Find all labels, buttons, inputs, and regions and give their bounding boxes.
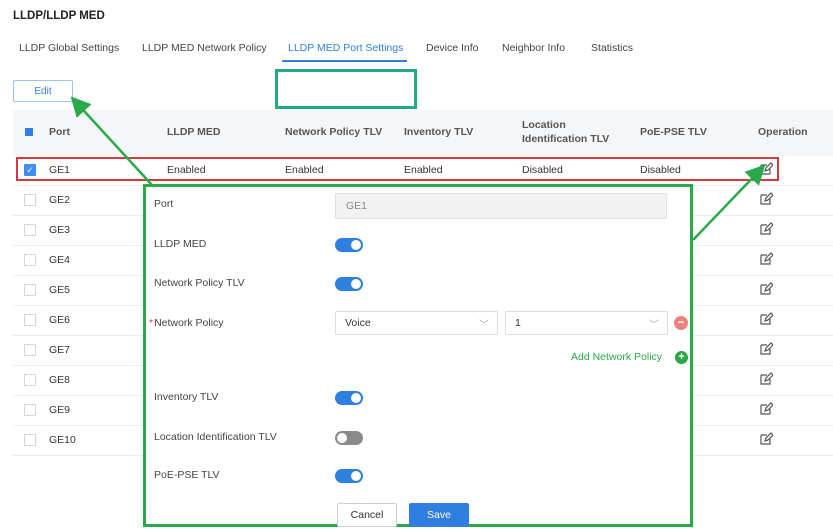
edit-icon[interactable]: [759, 372, 773, 386]
edit-icon[interactable]: [759, 312, 773, 326]
cell-port: GE5: [49, 284, 71, 296]
select-all-checkbox[interactable]: [25, 128, 33, 136]
network-policy-label-text: Network Policy: [154, 317, 224, 329]
col-header-location-line1: Location: [522, 119, 566, 131]
network-policy-type-value: Voice: [345, 317, 371, 329]
cell-port: GE10: [49, 434, 76, 446]
cell-port: GE2: [49, 194, 71, 206]
location-tlv-toggle[interactable]: [335, 431, 363, 445]
selected-row-annotation-box: [16, 157, 779, 181]
inventory-tlv-label: Inventory TLV: [154, 391, 219, 403]
minus-circle-icon[interactable]: −: [674, 316, 688, 330]
row-checkbox[interactable]: [24, 254, 36, 266]
row-checkbox[interactable]: [24, 434, 36, 446]
edit-icon[interactable]: [759, 432, 773, 446]
cell-port: GE6: [49, 314, 71, 326]
row-checkbox[interactable]: [24, 404, 36, 416]
row-checkbox[interactable]: [24, 374, 36, 386]
col-header-poe-pse-tlv: PoE-PSE TLV: [640, 126, 707, 138]
add-network-policy-link[interactable]: Add Network Policy: [571, 351, 662, 363]
network-policy-tlv-label: Network Policy TLV: [154, 277, 245, 289]
edit-button[interactable]: Edit: [13, 80, 73, 102]
lldp-med-label: LLDP MED: [154, 238, 207, 250]
plus-circle-icon[interactable]: +: [675, 351, 688, 364]
col-header-location-line2: Identification TLV: [522, 133, 610, 145]
tab-lldp-med-port-settings[interactable]: LLDP MED Port Settings: [288, 42, 403, 54]
row-checkbox[interactable]: [24, 284, 36, 296]
edit-icon[interactable]: [759, 402, 773, 416]
active-tab-indicator: [282, 60, 407, 62]
save-button[interactable]: Save: [409, 503, 469, 527]
row-checkbox[interactable]: [24, 194, 36, 206]
tab-device-info[interactable]: Device Info: [426, 42, 479, 54]
row-checkbox[interactable]: [24, 224, 36, 236]
col-header-port: Port: [49, 126, 70, 138]
network-policy-id-value: 1: [515, 317, 521, 329]
edit-port-dialog: Port GE1 LLDP MED Network Policy TLV *Ne…: [143, 184, 693, 527]
tab-statistics[interactable]: Statistics: [591, 42, 633, 54]
lldp-med-toggle[interactable]: [335, 238, 363, 252]
inventory-tlv-toggle[interactable]: [335, 391, 363, 405]
cell-port: GE4: [49, 254, 71, 266]
poe-pse-tlv-toggle[interactable]: [335, 469, 363, 483]
edit-icon[interactable]: [759, 282, 773, 296]
chevron-down-icon: ﹀: [479, 320, 489, 331]
port-field: GE1: [335, 193, 667, 219]
row-checkbox[interactable]: [24, 314, 36, 326]
page-title: LLDP/LLDP MED: [13, 10, 105, 22]
cell-port: GE8: [49, 374, 71, 386]
network-policy-id-select[interactable]: 1 ﹀: [505, 311, 668, 335]
cell-port: GE3: [49, 224, 71, 236]
row-checkbox[interactable]: [24, 344, 36, 356]
tab-neighbor-info[interactable]: Neighbor Info: [502, 42, 565, 54]
col-header-operation: Operation: [758, 126, 808, 138]
col-header-network-policy-tlv: Network Policy TLV: [285, 126, 383, 138]
col-header-inventory-tlv: Inventory TLV: [404, 126, 474, 138]
tab-lldp-global-settings[interactable]: LLDP Global Settings: [19, 42, 119, 54]
location-tlv-label: Location Identification TLV: [154, 431, 277, 443]
poe-pse-tlv-label: PoE-PSE TLV: [154, 469, 220, 481]
cancel-button[interactable]: Cancel: [337, 503, 397, 527]
edit-icon[interactable]: [759, 222, 773, 236]
edit-icon[interactable]: [759, 192, 773, 206]
chevron-down-icon: ﹀: [649, 320, 659, 331]
cell-port: GE7: [49, 344, 71, 356]
network-policy-type-select[interactable]: Voice ﹀: [335, 311, 498, 335]
edit-icon[interactable]: [759, 342, 773, 356]
network-policy-tlv-toggle[interactable]: [335, 277, 363, 291]
cell-port: GE9: [49, 404, 71, 416]
tab-lldp-med-network-policy[interactable]: LLDP MED Network Policy: [142, 42, 267, 54]
port-label: Port: [154, 198, 174, 210]
required-mark: *: [149, 317, 154, 329]
network-policy-label: *Network Policy: [149, 317, 224, 329]
col-header-lldp-med: LLDP MED: [167, 126, 221, 138]
tab-bar: LLDP Global Settings LLDP MED Network Po…: [0, 40, 833, 109]
edit-icon[interactable]: [759, 252, 773, 266]
active-tab-annotation-box: [275, 69, 417, 109]
table-header: Port LLDP MED Network Policy TLV Invento…: [13, 110, 833, 156]
